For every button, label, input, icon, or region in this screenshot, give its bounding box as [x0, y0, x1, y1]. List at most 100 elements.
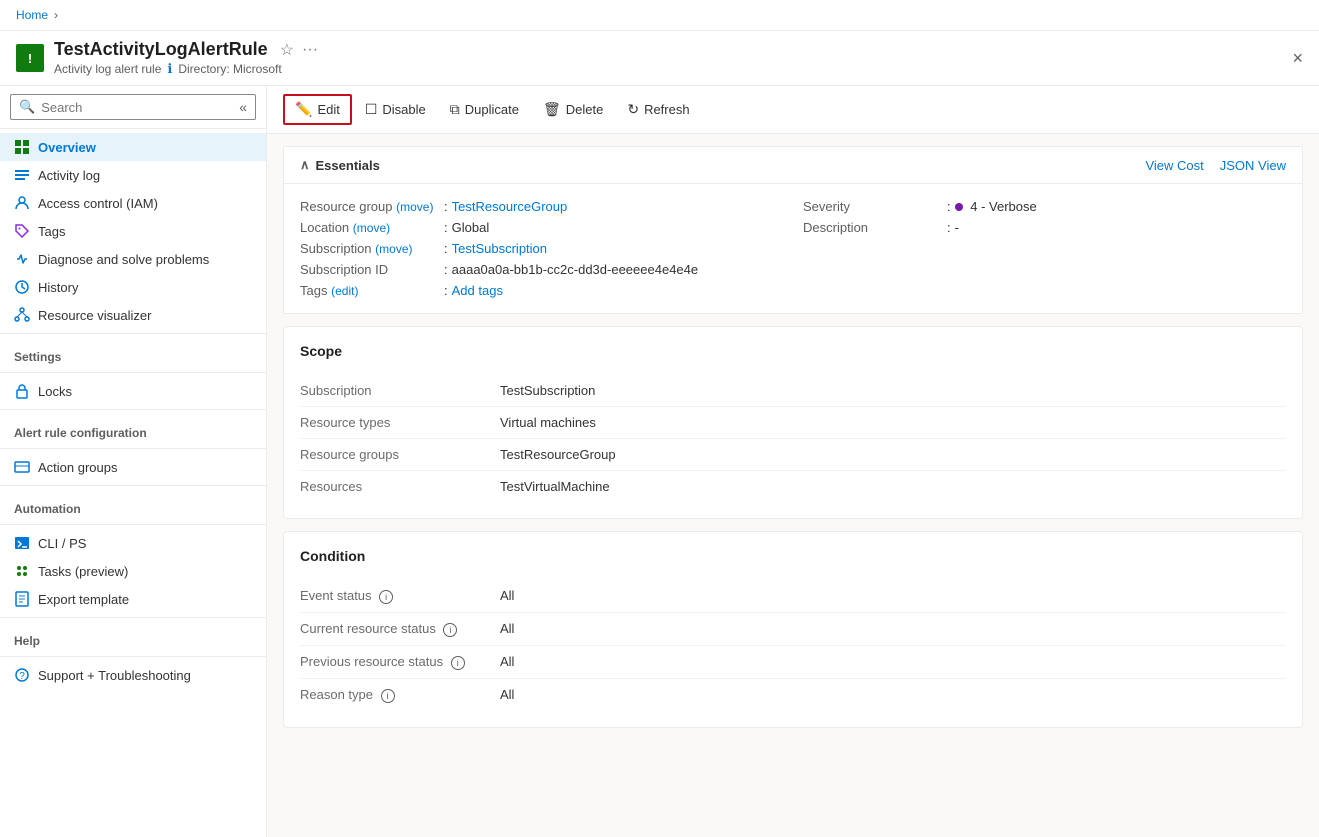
sidebar-nav: Overview Activity log Access control (IA… [0, 129, 266, 693]
location-move-link[interactable]: (move) [353, 221, 390, 235]
resource-group-move-link[interactable]: (move) [396, 200, 433, 214]
search-input[interactable] [41, 100, 233, 115]
scope-row-value: Virtual machines [500, 415, 596, 430]
activity-log-icon [14, 167, 30, 183]
view-cost-link[interactable]: View Cost [1145, 158, 1203, 173]
sidebar-item-label: Locks [38, 384, 72, 399]
location-row: Location (move) : Global [300, 217, 783, 238]
subscription-row: Subscription (move) : TestSubscription [300, 238, 783, 259]
support-icon: ? [14, 667, 30, 683]
info-icon: i [451, 656, 465, 670]
svg-text:!: ! [28, 51, 32, 66]
sidebar-item-export-template[interactable]: Export template [0, 585, 266, 613]
essentials-links: View Cost JSON View [1145, 158, 1286, 173]
condition-card-title: Condition [300, 548, 1286, 564]
sidebar-item-diagnose[interactable]: Diagnose and solve problems [0, 245, 266, 273]
location-value: Global [452, 220, 490, 235]
severity-row: Severity : 4 - Verbose [803, 196, 1286, 217]
collapse-sidebar-icon[interactable]: « [239, 99, 247, 115]
page-title: TestActivityLogAlertRule [54, 39, 268, 60]
resource-group-value[interactable]: TestResourceGroup [452, 199, 568, 214]
scope-row-value: TestResourceGroup [500, 447, 616, 462]
essentials-header: ∧ Essentials View Cost JSON View [284, 147, 1302, 184]
json-view-link[interactable]: JSON View [1220, 158, 1286, 173]
edit-button[interactable]: ✏️ Edit [283, 94, 352, 125]
scope-row-label: Resource groups [300, 447, 500, 462]
description-value: - [955, 220, 959, 235]
sidebar-item-overview[interactable]: Overview [0, 133, 266, 161]
sidebar-item-label: Support + Troubleshooting [38, 668, 191, 683]
duplicate-button[interactable]: ⧉ Duplicate [439, 95, 530, 124]
info-icon: i [381, 689, 395, 703]
breadcrumb-separator: › [54, 8, 58, 22]
disable-button[interactable]: ☐ Disable [354, 95, 437, 124]
subscription-value[interactable]: TestSubscription [452, 241, 547, 256]
more-options-icon[interactable]: ··· [302, 41, 318, 59]
scope-row: Subscription TestSubscription [300, 375, 1286, 407]
scope-row-label: Resources [300, 479, 500, 494]
essentials-collapse-icon[interactable]: ∧ [300, 157, 310, 173]
sidebar-item-tags[interactable]: Tags [0, 217, 266, 245]
subscription-move-link[interactable]: (move) [375, 242, 412, 256]
access-control-icon [14, 195, 30, 211]
sidebar-item-resource-visualizer[interactable]: Resource visualizer [0, 301, 266, 329]
subscription-id-row: Subscription ID : aaaa0a0a-bb1b-cc2c-dd3… [300, 259, 783, 280]
directory-label: Directory: Microsoft [178, 62, 281, 76]
sidebar-item-cli-ps[interactable]: CLI / PS [0, 529, 266, 557]
breadcrumb-home[interactable]: Home [16, 8, 48, 22]
severity-dot [955, 203, 963, 211]
cli-icon [14, 535, 30, 551]
sidebar-item-activity-log[interactable]: Activity log [0, 161, 266, 189]
condition-row: Previous resource status i All [300, 646, 1286, 679]
breadcrumb: Home › [0, 0, 1319, 31]
edit-icon: ✏️ [295, 101, 312, 118]
severity-value: 4 - Verbose [955, 199, 1037, 214]
condition-row-value: All [500, 621, 514, 636]
export-template-icon [14, 591, 30, 607]
refresh-icon: ↻ [627, 101, 639, 118]
alert-rule-section-label: Alert rule configuration [0, 414, 266, 444]
sidebar-item-locks[interactable]: Locks [0, 377, 266, 405]
page-header: ! TestActivityLogAlertRule ☆ ··· Activit… [0, 31, 1319, 86]
sidebar-item-access-control[interactable]: Access control (IAM) [0, 189, 266, 217]
sidebar-item-history[interactable]: History [0, 273, 266, 301]
scope-row-value: TestVirtualMachine [500, 479, 610, 494]
scope-row: Resource groups TestResourceGroup [300, 439, 1286, 471]
condition-row: Reason type i All [300, 679, 1286, 711]
sidebar-item-label: Resource visualizer [38, 308, 151, 323]
essentials-grid: Resource group (move) : TestResourceGrou… [284, 184, 1302, 313]
favorite-icon[interactable]: ☆ [280, 40, 294, 60]
essentials-section: ∧ Essentials View Cost JSON View Resourc… [283, 146, 1303, 314]
essentials-title: ∧ Essentials [300, 157, 380, 173]
sidebar-item-tasks[interactable]: Tasks (preview) [0, 557, 266, 585]
tags-icon [14, 223, 30, 239]
refresh-button[interactable]: ↻ Refresh [616, 95, 700, 124]
sidebar-item-label: CLI / PS [38, 536, 86, 551]
sidebar-item-support[interactable]: ? Support + Troubleshooting [0, 661, 266, 689]
svg-text:?: ? [19, 671, 25, 682]
sidebar: 🔍 « Overview Activ [0, 86, 267, 837]
condition-row-label: Previous resource status i [300, 654, 500, 670]
condition-row: Current resource status i All [300, 613, 1286, 646]
sidebar-item-label: Access control (IAM) [38, 196, 158, 211]
description-row: Description : - [803, 217, 1286, 238]
condition-row-value: All [500, 654, 514, 669]
condition-card: Condition Event status i All Current res… [283, 531, 1303, 728]
tags-row: Tags (edit) : Add tags [300, 280, 783, 301]
sidebar-item-label: Tags [38, 224, 65, 239]
condition-row-label: Event status i [300, 588, 500, 604]
sidebar-item-action-groups[interactable]: Action groups [0, 453, 266, 481]
add-tags-link[interactable]: Add tags [452, 283, 503, 298]
delete-button[interactable]: 🗑 Delete [532, 95, 614, 124]
sidebar-item-label: Diagnose and solve problems [38, 252, 209, 267]
condition-row-label: Current resource status i [300, 621, 500, 637]
close-button[interactable]: × [1292, 48, 1303, 69]
automation-section-label: Automation [0, 490, 266, 520]
settings-section-label: Settings [0, 338, 266, 368]
info-icon: i [379, 590, 393, 604]
info-icon: i [443, 623, 457, 637]
search-box: 🔍 « [10, 94, 256, 120]
title-group: TestActivityLogAlertRule ☆ ··· Activity … [54, 39, 318, 77]
condition-row: Event status i All [300, 580, 1286, 613]
tags-edit-link[interactable]: (edit) [331, 284, 358, 298]
